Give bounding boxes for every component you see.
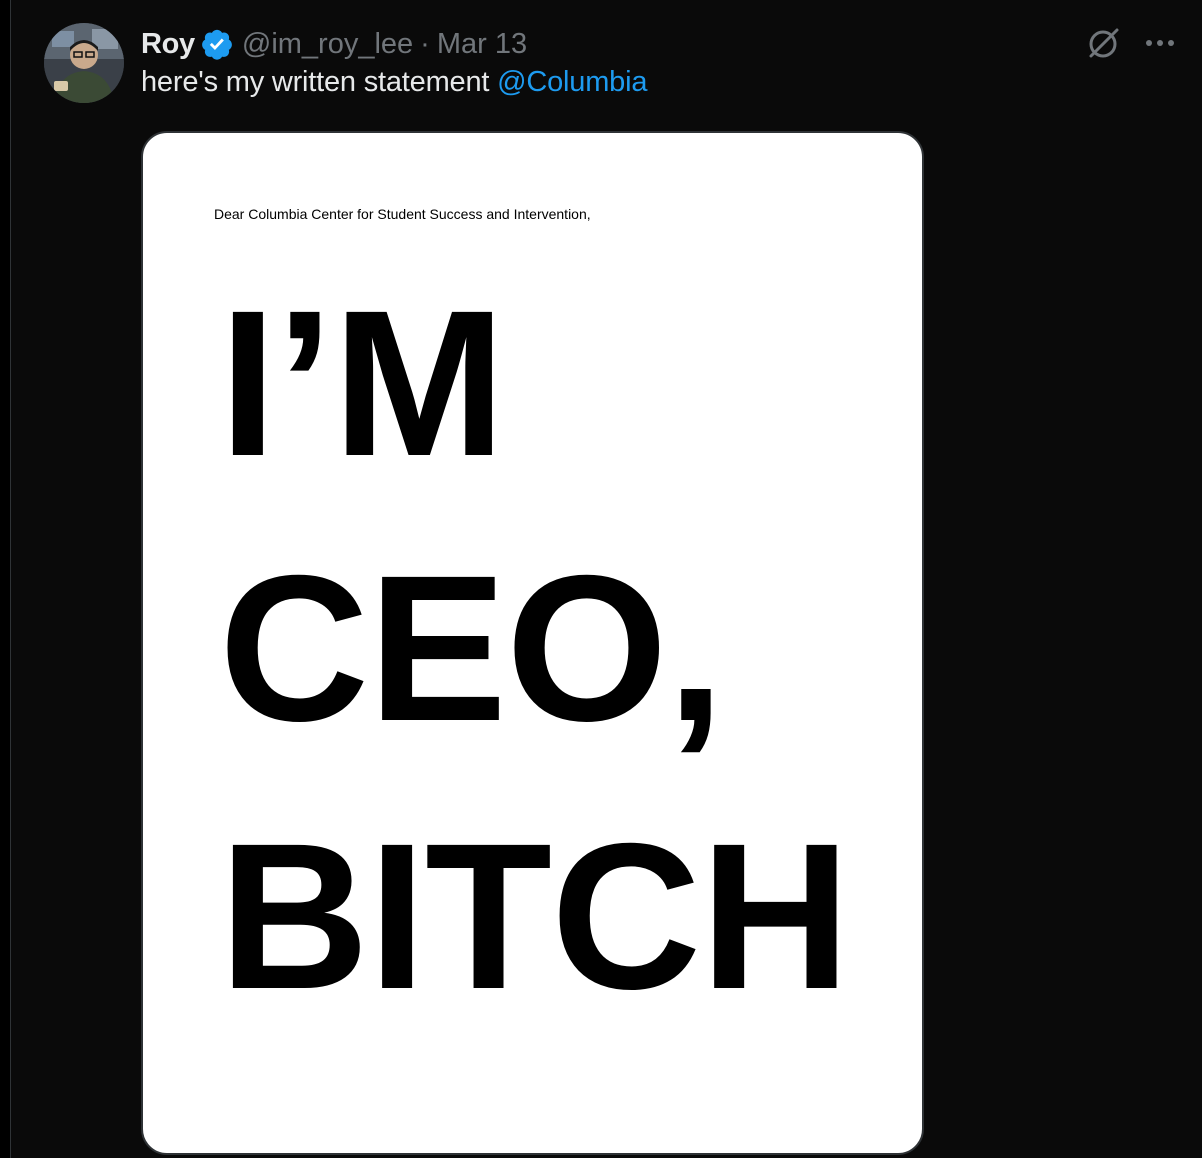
tweet[interactable]: Roy @im_roy_lee · Mar 13 here's my writt… — [10, 0, 1202, 1158]
more-icon[interactable] — [1141, 30, 1181, 56]
document-line-3: BITCH — [219, 801, 850, 1033]
document-greeting: Dear Columbia Center for Student Success… — [214, 206, 591, 222]
verified-badge-icon — [200, 27, 234, 61]
user-handle[interactable]: @im_roy_lee — [242, 28, 413, 61]
tweet-text: here's my written statement @Columbia — [141, 66, 647, 99]
separator-dot: · — [420, 27, 430, 60]
tweet-header: Roy @im_roy_lee · Mar 13 — [141, 24, 527, 64]
avatar-photo — [44, 23, 124, 103]
avatar[interactable] — [44, 23, 124, 103]
document-line-2: CEO, — [219, 533, 725, 765]
display-name[interactable]: Roy — [141, 28, 195, 61]
tweet-media-image[interactable]: Dear Columbia Center for Student Success… — [141, 131, 924, 1155]
tweet-body: here's my written statement — [141, 66, 498, 98]
tweet-date[interactable]: Mar 13 — [437, 28, 527, 61]
mention-link[interactable]: @Columbia — [497, 66, 647, 98]
document-line-1: I’M — [219, 268, 506, 500]
grok-icon[interactable] — [1087, 26, 1121, 60]
